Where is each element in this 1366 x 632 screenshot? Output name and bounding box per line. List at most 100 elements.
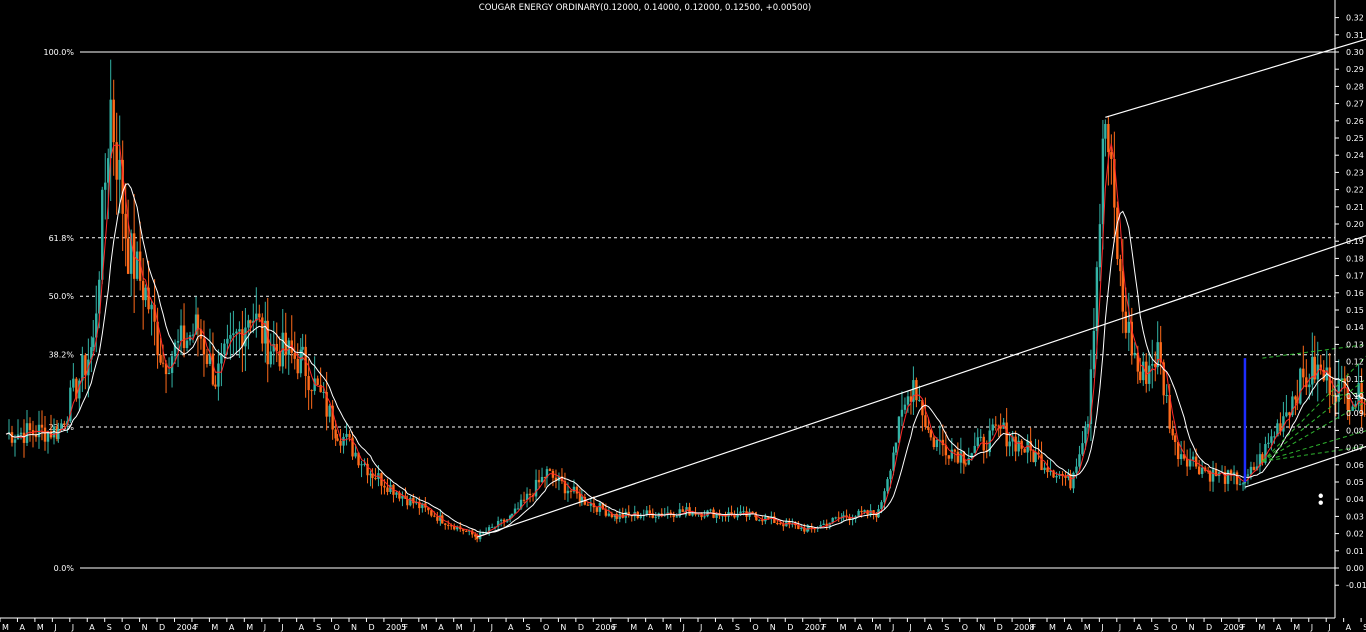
candle-body bbox=[63, 423, 66, 425]
candle-body bbox=[894, 442, 898, 453]
candle-body bbox=[1235, 472, 1239, 485]
candle-body bbox=[1173, 435, 1177, 443]
price-chart[interactable]: COUGAR ENERGY ORDINARY(0.12000, 0.14000,… bbox=[0, 0, 1366, 632]
candle-body bbox=[1008, 441, 1011, 447]
x-tick-label: F bbox=[613, 623, 618, 632]
candle-body bbox=[709, 509, 712, 511]
candle-body bbox=[1078, 454, 1081, 467]
candle-body bbox=[182, 325, 186, 349]
candle-body bbox=[81, 355, 84, 381]
x-tick-label: D bbox=[997, 623, 1003, 632]
candle-body bbox=[258, 313, 261, 318]
candle-body bbox=[976, 437, 979, 446]
candle-body bbox=[1200, 467, 1204, 475]
candle-body bbox=[522, 499, 526, 501]
candle-body bbox=[1246, 474, 1250, 476]
candle-body bbox=[1116, 207, 1119, 260]
candle-body bbox=[860, 510, 863, 513]
x-tick-label: J bbox=[1118, 623, 1121, 632]
y-tick-label: 0.11 bbox=[1346, 375, 1364, 384]
y-tick-label: 0.05 bbox=[1346, 478, 1364, 487]
x-tick-label: N bbox=[770, 623, 776, 632]
candle-body bbox=[176, 340, 180, 343]
candle-body bbox=[43, 427, 47, 442]
y-tick-label: 0.07 bbox=[1346, 444, 1364, 453]
candle-body bbox=[537, 479, 541, 483]
candle-body bbox=[964, 463, 967, 465]
candle-body bbox=[167, 372, 171, 375]
candle-body bbox=[214, 384, 217, 387]
x-tick-label: J bbox=[1327, 623, 1330, 632]
x-tick-label: O bbox=[1171, 623, 1177, 632]
candle-body bbox=[211, 353, 215, 385]
candle-body bbox=[1197, 466, 1201, 475]
candle-body bbox=[1095, 267, 1099, 331]
y-tick-label: 0.08 bbox=[1346, 426, 1364, 435]
candle-body bbox=[886, 479, 889, 492]
candle-body bbox=[1124, 311, 1127, 333]
x-tick-label: O bbox=[543, 623, 549, 632]
candle-body bbox=[348, 433, 351, 438]
y-tick-label: 0.30 bbox=[1346, 48, 1364, 57]
x-tick-label: S bbox=[526, 623, 531, 632]
candle-body bbox=[598, 503, 602, 512]
candle-body bbox=[755, 517, 758, 521]
candle-body bbox=[742, 511, 745, 513]
y-tick-label: -0.01 bbox=[1346, 581, 1366, 590]
candle-body bbox=[569, 490, 573, 492]
x-tick-label: S bbox=[944, 623, 949, 632]
x-tick-label: F bbox=[403, 623, 408, 632]
candle-body bbox=[918, 400, 921, 402]
candle-body bbox=[144, 287, 147, 301]
x-tick-label: O bbox=[124, 623, 130, 632]
candle-body bbox=[118, 159, 121, 180]
candle-body bbox=[991, 424, 994, 431]
candle-body bbox=[310, 390, 313, 392]
candle-body bbox=[299, 349, 302, 374]
x-tick-label: M bbox=[456, 623, 463, 632]
candle-body bbox=[654, 516, 657, 518]
candle-body bbox=[1241, 483, 1245, 485]
candle-body bbox=[1107, 124, 1110, 153]
y-tick-label: 0.14 bbox=[1346, 323, 1364, 332]
x-tick-label: M bbox=[1293, 623, 1300, 632]
signal-dot bbox=[1318, 500, 1323, 505]
candle-body bbox=[510, 513, 514, 516]
candle-body bbox=[159, 355, 162, 363]
x-tick-label: A bbox=[648, 623, 654, 632]
candle-body bbox=[639, 516, 642, 518]
candle-body bbox=[72, 378, 75, 388]
candle-body bbox=[1302, 368, 1305, 378]
candle-body bbox=[395, 492, 398, 495]
y-tick-label: 0.27 bbox=[1346, 100, 1364, 109]
candle-body bbox=[10, 432, 14, 443]
candle-body bbox=[490, 526, 494, 528]
candle-body bbox=[586, 504, 590, 506]
candle-body bbox=[1229, 470, 1233, 474]
candle-body bbox=[1273, 436, 1276, 438]
x-tick-label: M bbox=[1258, 623, 1265, 632]
candle-body bbox=[185, 340, 189, 349]
x-tick-label: J bbox=[891, 623, 894, 632]
x-tick-label: F bbox=[194, 623, 199, 632]
y-tick-label: 0.03 bbox=[1346, 512, 1364, 521]
y-tick-label: 0.23 bbox=[1346, 168, 1364, 177]
candle-body bbox=[345, 433, 348, 437]
candle-body bbox=[1267, 442, 1270, 445]
x-tick-label: D bbox=[368, 623, 374, 632]
candle-body bbox=[1086, 423, 1090, 428]
candle-body bbox=[1288, 412, 1291, 416]
candle-body bbox=[959, 451, 963, 463]
y-tick-label: 0.25 bbox=[1346, 134, 1364, 143]
candle-body bbox=[675, 516, 678, 518]
candle-body bbox=[903, 404, 907, 410]
candle-body bbox=[703, 516, 706, 518]
candle-body bbox=[135, 251, 139, 279]
candle-body bbox=[1142, 361, 1145, 381]
x-tick-label: F bbox=[1032, 623, 1037, 632]
candle-body bbox=[1119, 259, 1122, 272]
candle-body bbox=[436, 516, 439, 521]
candle-body bbox=[1328, 367, 1331, 395]
candle-body bbox=[1034, 452, 1037, 463]
candle-body bbox=[1238, 483, 1242, 485]
